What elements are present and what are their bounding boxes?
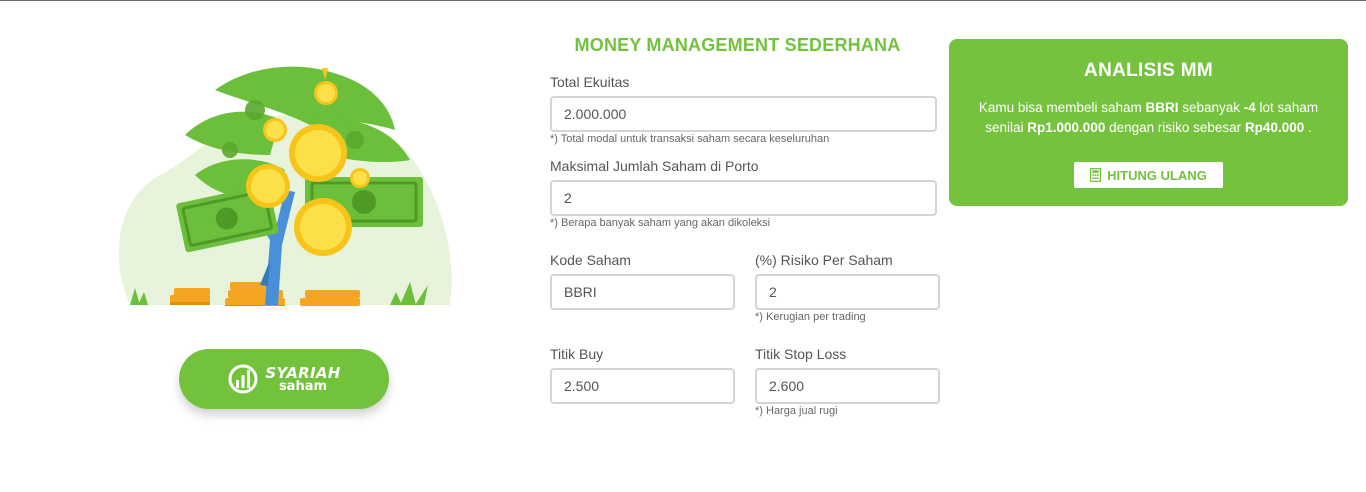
calculator-icon <box>1090 168 1102 182</box>
risiko-label: (%) Risiko Per Saham <box>755 252 893 268</box>
result-risk: Rp40.000 <box>1244 120 1305 135</box>
kode-saham-input[interactable] <box>550 274 735 310</box>
form-title: MONEY MANAGEMENT SEDERHANA <box>574 35 901 55</box>
brand-wordmark: SYARIAH saham <box>265 365 340 394</box>
maks-saham-input[interactable] <box>550 180 937 216</box>
result-amount: Rp1.000.000 <box>1027 120 1106 135</box>
titik-buy-input[interactable] <box>550 368 735 404</box>
hitung-ulang-label: HITUNG ULANG <box>1107 167 1207 183</box>
result-text-part-4: dengan risiko sebesar <box>1105 120 1245 135</box>
titik-buy-label: Titik Buy <box>550 346 604 362</box>
result-lots: -4 <box>1243 100 1256 115</box>
analysis-title: ANALISIS MM <box>1084 60 1213 81</box>
analysis-result-text: Kamu bisa membeli saham BBRI sebanyak -4… <box>964 98 1334 138</box>
kode-saham-label: Kode Saham <box>550 252 631 268</box>
stop-loss-input[interactable] <box>755 368 940 404</box>
maks-saham-label: Maksimal Jumlah Saham di Porto <box>550 158 759 174</box>
result-ticker: BBRI <box>1145 100 1179 115</box>
syariah-saham-logo-icon <box>228 364 258 394</box>
brand-line-2: saham <box>278 378 328 394</box>
total-ekuitas-label: Total Ekuitas <box>550 74 630 90</box>
stop-loss-hint: *) Harga jual rugi <box>755 405 838 417</box>
result-text-part-2: sebanyak <box>1178 100 1244 115</box>
syariah-saham-logo-button[interactable]: SYARIAH saham <box>179 349 389 409</box>
result-text-part-1: Kamu bisa membeli saham <box>978 100 1146 115</box>
risiko-input[interactable] <box>755 274 940 310</box>
top-border <box>0 0 1366 1</box>
result-text-part-5: . <box>1304 120 1312 135</box>
analysis-card: ANALISIS MM Kamu bisa membeli saham BBRI… <box>949 39 1348 206</box>
risiko-hint: *) Kerugian per trading <box>755 311 866 323</box>
hitung-ulang-button[interactable]: HITUNG ULANG <box>1074 162 1223 188</box>
total-ekuitas-input[interactable] <box>550 96 937 132</box>
stop-loss-label: Titik Stop Loss <box>755 346 847 362</box>
maks-saham-hint: *) Berapa banyak saham yang akan dikolek… <box>550 217 771 229</box>
total-ekuitas-hint: *) Total modal untuk transaksi saham sec… <box>550 133 830 145</box>
money-tree-illustration <box>118 66 452 306</box>
